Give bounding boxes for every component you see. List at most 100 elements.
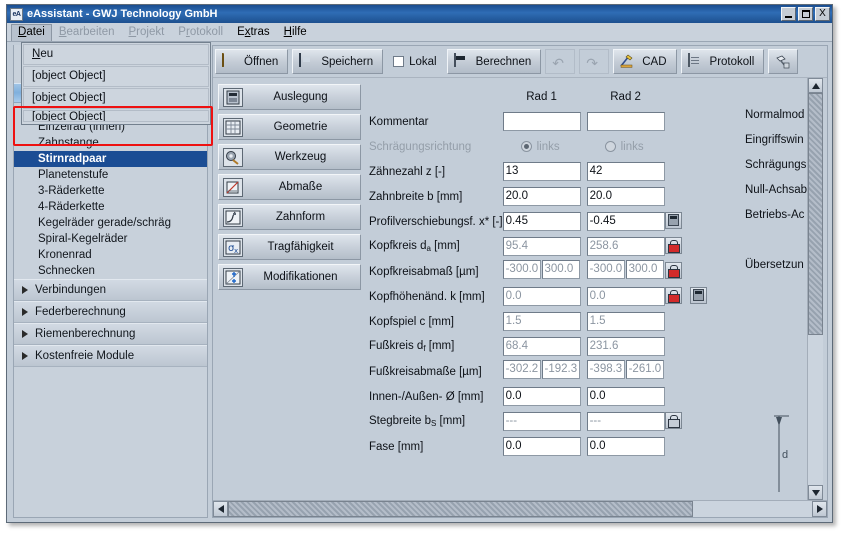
menu-item-neu[interactable]: Neu bbox=[23, 44, 209, 65]
tab-tragfaehigkeit[interactable]: σx Tragfähigkeit bbox=[218, 234, 361, 260]
cell-fase-rad1[interactable]: 0.0 bbox=[503, 434, 587, 459]
menu-bar: Datei Bearbeiten Projekt Protokoll Extra… bbox=[7, 23, 832, 42]
profilverschiebung-rad1-input[interactable]: 0.45 bbox=[503, 212, 581, 231]
sidebar-item-schnecken[interactable]: Schnecken bbox=[14, 263, 207, 279]
sidebar-group-verbindungen[interactable]: Verbindungen bbox=[14, 279, 207, 301]
kopfkreis-lock-button[interactable] bbox=[665, 237, 682, 254]
sidebar-item-planetenstufe[interactable]: Planetenstufe bbox=[14, 167, 207, 183]
tab-modifikationen[interactable]: Modifikationen bbox=[218, 264, 361, 290]
cell-kommentar-rad1[interactable] bbox=[503, 109, 587, 134]
vertical-scroll-track[interactable] bbox=[808, 335, 823, 485]
form-horizontal-scrollbar[interactable] bbox=[213, 500, 827, 517]
radio-group-rad2[interactable]: links bbox=[587, 141, 665, 153]
tab-werkzeug[interactable]: Werkzeug bbox=[218, 144, 361, 170]
undo-button[interactable]: ↶ bbox=[545, 49, 575, 74]
tab-geometrie[interactable]: Geometrie bbox=[218, 114, 361, 140]
radio-icon-selected[interactable] bbox=[521, 141, 532, 152]
modification-icon bbox=[223, 268, 243, 287]
zahnbreite-rad1-input[interactable]: 20.0 bbox=[503, 187, 581, 206]
kommentar-rad2-input[interactable] bbox=[587, 112, 665, 131]
redo-button[interactable]: ↷ bbox=[579, 49, 609, 74]
form-vertical-scrollbar[interactable] bbox=[807, 78, 823, 500]
cell-fase-rad2[interactable]: 0.0 bbox=[587, 434, 665, 459]
sidebar-group-federberechnung[interactable]: Federberechnung bbox=[14, 301, 207, 323]
zahnbreite-rad2-input[interactable]: 20.0 bbox=[587, 187, 665, 206]
toolbar: Öffnen Speichern Lokal Berechnen bbox=[213, 46, 827, 78]
menu-item-anzeigen[interactable]: [object Object] bbox=[23, 110, 209, 122]
sidebar-group-kostenfreie-module[interactable]: Kostenfreie Module bbox=[14, 345, 207, 367]
menu-datei[interactable]: Datei bbox=[11, 24, 52, 41]
radio-group-rad1[interactable]: links bbox=[503, 141, 581, 153]
cell-schraegung-rad1[interactable]: links bbox=[503, 134, 587, 159]
local-checkbox[interactable]: Lokal bbox=[387, 56, 443, 68]
cell-zaehnezahl-rad1[interactable]: 13 bbox=[503, 159, 587, 184]
arrow-left-icon bbox=[218, 505, 224, 513]
menu-item-beenden[interactable]: [object Object] bbox=[23, 88, 209, 109]
cell-innen-aussen-rad2[interactable]: 0.0 bbox=[587, 384, 665, 409]
scroll-left-button[interactable] bbox=[213, 501, 228, 517]
sidebar-item-zahnstange[interactable]: Zahnstange bbox=[14, 135, 207, 151]
zaehnezahl-rad2-input[interactable]: 42 bbox=[587, 162, 665, 181]
innen-aussen-rad2-input[interactable]: 0.0 bbox=[587, 387, 665, 406]
kopfhoehenaend-calc-button[interactable] bbox=[690, 287, 707, 304]
innen-aussen-rad1-input[interactable]: 0.0 bbox=[503, 387, 581, 406]
horizontal-scroll-track[interactable] bbox=[693, 501, 812, 517]
profilverschiebung-calc-button[interactable] bbox=[665, 212, 682, 229]
kopfkreisabmass-lock-button[interactable] bbox=[665, 262, 682, 279]
cell-kommentar-rad2[interactable] bbox=[587, 109, 665, 134]
cell-kopfhoehenaend-rad2: 0.0 bbox=[587, 284, 665, 309]
protocol-button[interactable]: Protokoll bbox=[681, 49, 765, 74]
open-button[interactable]: Öffnen bbox=[215, 49, 288, 74]
sidebar-item-3-raederkette[interactable]: 3-Räderkette bbox=[14, 183, 207, 199]
menu-projekt[interactable]: Projekt bbox=[122, 24, 172, 41]
cell-kopfkreisabmass-rad2b: 300.0 bbox=[626, 259, 665, 284]
scroll-up-button[interactable] bbox=[808, 78, 823, 93]
kopfhoehenaend-lock-button[interactable] bbox=[665, 287, 682, 304]
row-label-fusskreisabmasse: Fußkreisabmaße [µm] bbox=[369, 359, 503, 384]
horizontal-scroll-thumb[interactable] bbox=[228, 501, 693, 517]
vertical-scroll-thumb[interactable] bbox=[808, 93, 823, 335]
cell-profilverschiebung-rad2[interactable]: -0.45 bbox=[587, 209, 665, 234]
menu-bearbeiten[interactable]: Bearbeiten bbox=[52, 24, 122, 41]
sidebar-item-kronenrad[interactable]: Kronenrad bbox=[14, 247, 207, 263]
sidebar-item-spiral-kegelraeder[interactable]: Spiral-Kegelräder bbox=[14, 231, 207, 247]
minimize-button[interactable] bbox=[781, 7, 796, 21]
checkbox-icon[interactable] bbox=[393, 56, 404, 67]
tab-abmasse[interactable]: Abmaße bbox=[218, 174, 361, 200]
menu-hilfe[interactable]: Hilfe bbox=[277, 24, 314, 41]
cell-schraegung-rad2[interactable]: links bbox=[587, 134, 665, 159]
fase-rad1-input[interactable]: 0.0 bbox=[503, 437, 581, 456]
scroll-right-button[interactable] bbox=[812, 501, 827, 517]
sidebar-item-kegelraeder[interactable]: Kegelräder gerade/schräg bbox=[14, 215, 207, 231]
profilverschiebung-rad2-input[interactable]: -0.45 bbox=[587, 212, 665, 231]
row-label-text: Fußkreis d bbox=[369, 340, 423, 352]
cell-zaehnezahl-rad2[interactable]: 42 bbox=[587, 159, 665, 184]
zaehnezahl-rad1-input[interactable]: 13 bbox=[503, 162, 581, 181]
cell-zahnbreite-rad2[interactable]: 20.0 bbox=[587, 184, 665, 209]
cad-button[interactable]: CAD bbox=[613, 49, 676, 74]
sidebar-group-riemenberechnung[interactable]: Riemenberechnung bbox=[14, 323, 207, 345]
tab-label: Geometrie bbox=[245, 121, 356, 133]
menu-protokoll[interactable]: Protokoll bbox=[171, 24, 230, 41]
cell-innen-aussen-rad1[interactable]: 0.0 bbox=[503, 384, 587, 409]
radio-icon-unselected[interactable] bbox=[605, 141, 616, 152]
tab-zahnform[interactable]: Zahnform bbox=[218, 204, 361, 230]
row-label-fusskreis: Fußkreis df [mm] bbox=[369, 334, 503, 359]
close-button[interactable]: X bbox=[815, 7, 830, 21]
sidebar-filler bbox=[14, 367, 207, 517]
save-button[interactable]: Speichern bbox=[292, 49, 383, 74]
menu-extras[interactable]: Extras bbox=[230, 24, 277, 41]
kommentar-rad1-input[interactable] bbox=[503, 112, 581, 131]
scroll-down-button[interactable] bbox=[808, 485, 823, 500]
tools-button[interactable] bbox=[768, 49, 798, 74]
calculate-button[interactable]: Berechnen bbox=[447, 49, 542, 74]
fase-rad2-input[interactable]: 0.0 bbox=[587, 437, 665, 456]
sidebar-item-4-raederkette[interactable]: 4-Räderkette bbox=[14, 199, 207, 215]
tab-auslegung[interactable]: Auslegung bbox=[218, 84, 361, 110]
cell-profilverschiebung-rad1[interactable]: 0.45 bbox=[503, 209, 587, 234]
maximize-button[interactable] bbox=[798, 7, 813, 21]
cell-zahnbreite-rad1[interactable]: 20.0 bbox=[503, 184, 587, 209]
sidebar-item-stirnradpaar[interactable]: Stirnradpaar bbox=[14, 151, 207, 167]
menu-item-berechnungsmodul-beenden[interactable]: [object Object] bbox=[23, 66, 209, 87]
stegbreite-lock-button[interactable] bbox=[665, 412, 682, 429]
